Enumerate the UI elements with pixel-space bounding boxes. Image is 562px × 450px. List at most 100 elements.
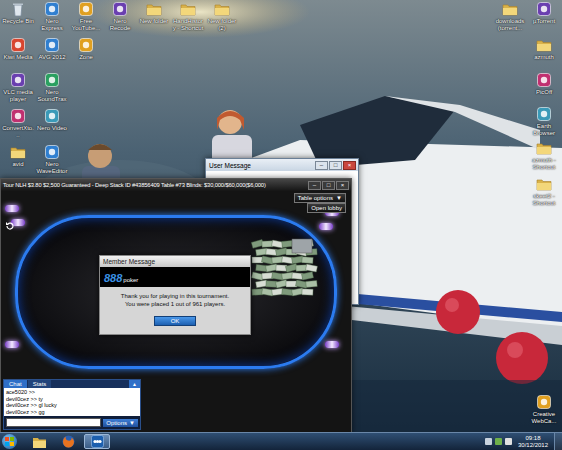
icon-label: downloads (torrent...: [494, 18, 526, 32]
maximize-button[interactable]: □: [329, 161, 342, 170]
folder-icon: [536, 37, 552, 53]
start-button[interactable]: [2, 434, 17, 449]
desktop-icon[interactable]: ConvertXto...: [2, 108, 34, 139]
dialog-title: Member Message: [100, 256, 250, 267]
desktop-icon[interactable]: New folder: [138, 1, 170, 25]
desktop-icon[interactable]: azmuth: [528, 37, 560, 61]
desktop-icon[interactable]: azmuth - Shortcut: [528, 140, 560, 171]
icon-label: VLC media player: [2, 89, 34, 103]
chat-tab[interactable]: Stats: [28, 380, 52, 388]
desktop-icon[interactable]: Free YouTube...: [70, 1, 102, 32]
close-button[interactable]: ×: [343, 161, 356, 170]
title-bar: Tour NLH $3.80 $2,500 Guaranteed - Deep …: [1, 179, 351, 191]
dropdown-arrow: ▼: [336, 195, 342, 201]
desktop-icon[interactable]: µTorrent: [528, 1, 560, 25]
chat-line: ace5020 >>: [6, 389, 138, 396]
icon-label: HandHistory - Shortcut: [172, 18, 204, 32]
ok-button[interactable]: OK: [154, 316, 196, 326]
rotate-icon[interactable]: [5, 217, 15, 227]
desktop-icon[interactable]: Earth Browser: [528, 106, 560, 137]
table-options-button[interactable]: Table options▼: [294, 193, 346, 203]
options-button[interactable]: Options▼: [103, 419, 138, 427]
folder-icon: [214, 1, 230, 17]
taskbar-button[interactable]: [26, 434, 52, 449]
firefox-icon: [62, 435, 75, 448]
chat-line: devil0cez >> gl lucky: [6, 402, 138, 409]
taskbar: 09:1830/12/2012: [0, 432, 562, 450]
desktop-icon[interactable]: New folder (2): [206, 1, 238, 32]
desktop-icon[interactable]: downloads (torrent...: [494, 1, 526, 32]
expand-button[interactable]: ▲: [129, 380, 140, 388]
app-icon: [44, 37, 60, 53]
close-button[interactable]: ×: [336, 181, 349, 190]
desktop-icon[interactable]: AVG 2012: [36, 37, 68, 61]
chat-line: devil0cez >> gg: [6, 409, 138, 416]
logo-word: poker: [123, 277, 138, 284]
window-title: Tour NLH $3.80 $2,500 Guaranteed - Deep …: [3, 182, 305, 188]
desktop-icon[interactable]: Nero SoundTrax: [36, 72, 68, 103]
desktop-icon[interactable]: Nero Express: [36, 1, 68, 32]
show-desktop-button[interactable]: [554, 433, 562, 450]
open-lobby-button[interactable]: Open lobby: [307, 203, 346, 213]
app-icon: [10, 37, 26, 53]
desktop-icon[interactable]: Nero WaveEditor: [36, 144, 68, 175]
icon-label: Nero Video: [36, 125, 68, 132]
icon-label: Earth Browser: [528, 123, 560, 137]
icon-label: skeet2 - Shortcut: [528, 193, 560, 207]
icon-label: PicOff: [528, 89, 560, 96]
chat-tab[interactable]: Chat: [4, 380, 27, 388]
taskbar-button[interactable]: [84, 434, 110, 449]
minimize-button[interactable]: –: [315, 161, 328, 170]
dropdown-arrow: ▼: [129, 420, 135, 426]
888-poker-logo: 888poker: [100, 267, 250, 287]
icon-label: Nero Recode: [104, 18, 136, 32]
folder-icon: [180, 1, 196, 17]
network-icon[interactable]: [495, 438, 502, 445]
member-message-dialog: Member Message888pokerThank you for play…: [99, 255, 251, 335]
desktop-icon[interactable]: avid: [2, 144, 34, 168]
minimize-button[interactable]: –: [308, 181, 321, 190]
app-icon: [78, 37, 94, 53]
button-label: Table options: [298, 195, 333, 201]
desktop-icon[interactable]: PicOff: [528, 72, 560, 96]
icon-label: New folder: [138, 18, 170, 25]
seat-light-icon: [5, 341, 19, 348]
clock[interactable]: 09:1830/12/2012: [515, 435, 551, 449]
explorer-icon: [33, 435, 46, 448]
app-icon: [78, 1, 94, 17]
icon-label: Nero SoundTrax: [36, 89, 68, 103]
desktop-icon[interactable]: VLC media player: [2, 72, 34, 103]
desktop-icon[interactable]: Nero Video: [36, 108, 68, 132]
desktop-icon[interactable]: Recycle Bin: [2, 1, 34, 25]
logo-number: 888: [104, 273, 122, 284]
window-title: User Message: [209, 162, 315, 169]
screen: Recycle BinNero ExpressFree YouTube...Ne…: [0, 0, 562, 450]
icon-label: Zone: [70, 54, 102, 61]
icon-label: Free YouTube...: [70, 18, 102, 32]
app-icon: [536, 106, 552, 122]
desktop-icon[interactable]: skeet2 - Shortcut: [528, 176, 560, 207]
taskbar-button[interactable]: [55, 434, 81, 449]
chat-input[interactable]: [6, 418, 101, 427]
table-area: Table options▼Open lobbyMember Message88…: [1, 191, 351, 432]
poker-table-window: Tour NLH $3.80 $2,500 Guaranteed - Deep …: [0, 178, 352, 432]
icon-label: Creative WebCa...: [528, 411, 560, 425]
desktop-icon[interactable]: Kiwi Media: [2, 37, 34, 61]
desktop-icon[interactable]: Nero Recode: [104, 1, 136, 32]
message-text: You were placed 1 out of 961 players.: [125, 301, 225, 308]
icon-label: Nero WaveEditor: [36, 161, 68, 175]
maximize-button[interactable]: □: [322, 181, 335, 190]
chat-panel: ChatStats▲ace5020 >>devil0cez >> tydevil…: [3, 379, 141, 430]
system-tray: 09:1830/12/2012: [485, 433, 562, 450]
volume-icon[interactable]: [505, 438, 512, 445]
button-label: Options: [106, 420, 127, 426]
desktop-icon[interactable]: HandHistory - Shortcut: [172, 1, 204, 32]
flag-icon[interactable]: [485, 438, 492, 445]
folder-icon: [536, 176, 552, 192]
chat-log: ace5020 >>devil0cez >> tydevil0cez >> gl…: [4, 388, 140, 416]
chat-line: devil0cez >> ty: [6, 396, 138, 403]
desktop-icon[interactable]: Zone: [70, 37, 102, 61]
desktop-icon[interactable]: Creative WebCa...: [528, 394, 560, 425]
icon-label: ConvertXto...: [2, 125, 34, 139]
icon-label: azmuth - Shortcut: [528, 157, 560, 171]
